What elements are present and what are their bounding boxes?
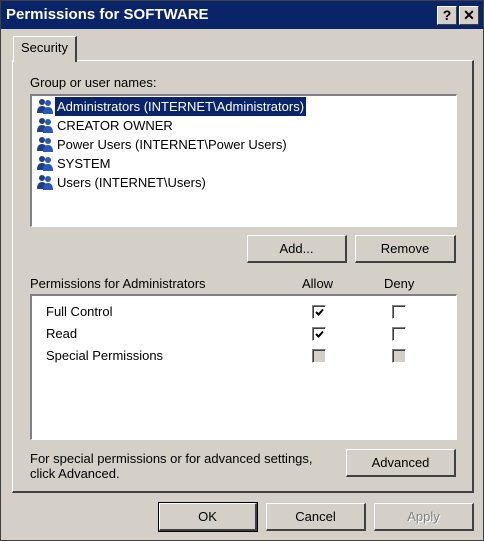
- user-group-icon: [36, 174, 54, 191]
- remove-button[interactable]: Remove: [355, 235, 456, 263]
- permissions-for-label: Permissions for Administrators: [30, 276, 206, 291]
- advanced-help-line2: click Advanced.: [30, 466, 120, 481]
- close-button[interactable]: ✕: [459, 6, 479, 25]
- user-name: CREATOR OWNER: [57, 118, 173, 133]
- permission-name: Read: [46, 326, 78, 341]
- deny-header: Deny: [384, 276, 415, 291]
- user-group-icon: [36, 155, 54, 172]
- permissions-dialog: Permissions for SOFTWARE ? ✕ Security Gr…: [0, 0, 484, 541]
- list-item[interactable]: Power Users (INTERNET\Power Users): [34, 135, 454, 154]
- deny-special-permissions-checkbox: [392, 349, 406, 363]
- user-name: Users (INTERNET\Users): [57, 175, 206, 190]
- apply-button: Apply: [374, 503, 474, 531]
- group-user-list[interactable]: Administrators (INTERNET\Administrators)…: [30, 94, 457, 227]
- permission-row-full-control: Full Control: [32, 302, 452, 322]
- list-item[interactable]: CREATOR OWNER: [34, 116, 454, 135]
- user-name: Power Users (INTERNET\Power Users): [57, 137, 287, 152]
- permission-name: Special Permissions: [46, 348, 164, 363]
- permissions-list: Full Control Read Special Permissions: [30, 294, 457, 440]
- add-button[interactable]: Add...: [247, 235, 347, 263]
- permission-name: Full Control: [46, 304, 113, 319]
- check-icon: [315, 330, 324, 338]
- advanced-button[interactable]: Advanced: [346, 449, 456, 477]
- deny-full-control-checkbox[interactable]: [392, 305, 406, 319]
- ok-button[interactable]: OK: [158, 502, 258, 532]
- cancel-button[interactable]: Cancel: [266, 503, 366, 531]
- user-name: SYSTEM: [57, 156, 111, 171]
- list-item[interactable]: SYSTEM: [34, 154, 454, 173]
- allow-header: Allow: [302, 276, 334, 291]
- list-item[interactable]: Administrators (INTERNET\Administrators): [34, 97, 454, 116]
- allow-read-checkbox[interactable]: [312, 327, 326, 341]
- deny-read-checkbox[interactable]: [392, 327, 406, 341]
- user-name: Administrators (INTERNET\Administrators): [55, 97, 307, 116]
- group-user-names-label: Group or user names:: [30, 75, 157, 90]
- help-button[interactable]: ?: [437, 6, 457, 25]
- permission-row-read: Read: [32, 324, 452, 344]
- user-group-icon: [36, 117, 54, 134]
- allow-special-permissions-checkbox: [312, 349, 326, 363]
- user-group-icon: [36, 136, 54, 153]
- title-bar[interactable]: Permissions for SOFTWARE ? ✕: [1, 1, 483, 29]
- tab-security[interactable]: Security: [13, 36, 77, 62]
- user-group-icon: [36, 98, 54, 115]
- list-item[interactable]: Users (INTERNET\Users): [34, 173, 454, 192]
- advanced-help-line1: For special permissions or for advanced …: [30, 451, 313, 466]
- allow-full-control-checkbox[interactable]: [312, 305, 326, 319]
- check-icon: [315, 308, 324, 316]
- permission-row-special: Special Permissions: [32, 346, 452, 366]
- window-title: Permissions for SOFTWARE: [6, 6, 209, 23]
